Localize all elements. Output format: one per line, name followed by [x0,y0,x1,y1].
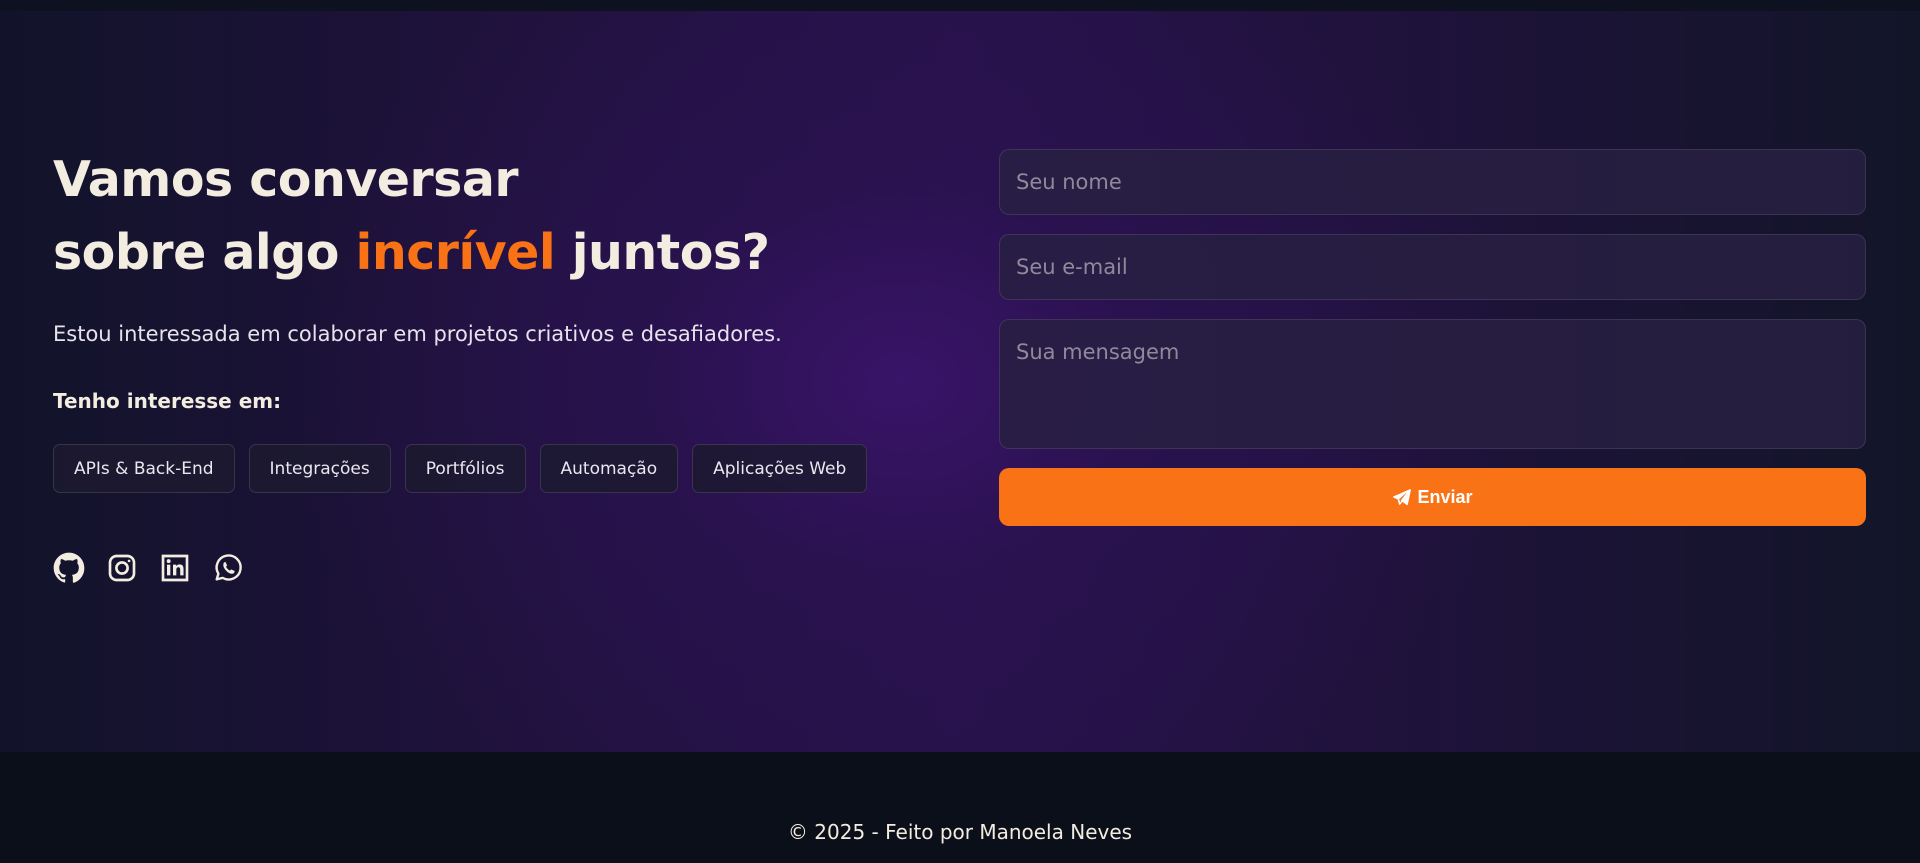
interest-chip: Integrações [248,444,391,493]
instagram-icon [108,554,136,582]
send-button-label: Enviar [1417,486,1473,507]
send-button[interactable]: Enviar [999,468,1866,526]
contact-headline: Vamos conversar sobre algo incrível junt… [53,143,933,289]
whatsapp-icon [215,554,242,581]
email-input[interactable] [999,234,1866,300]
interest-chips: APIs & Back-End Integrações Portfólios A… [53,444,868,493]
whatsapp-link[interactable] [212,552,244,584]
linkedin-link[interactable] [159,552,191,584]
headline-line-2-end: juntos? [555,224,770,281]
top-strip [0,0,1920,11]
headline-line-2-start: sobre algo [53,224,356,281]
headline-accent-word: incrível [355,224,556,281]
linkedin-icon [161,554,189,582]
github-icon [53,552,85,583]
instagram-link[interactable] [106,552,138,584]
interest-chip: Automação [539,444,679,493]
interests-title: Tenho interesse em: [53,389,282,413]
github-link[interactable] [53,552,85,584]
paper-plane-icon [1393,488,1412,505]
footer-copyright: © 2025 - Feito por Manoela Neves [787,820,1133,844]
interest-chip: Aplicações Web [692,444,868,493]
message-textarea[interactable] [999,319,1866,449]
headline-line-1: Vamos conversar [53,151,519,208]
name-input[interactable] [999,149,1866,215]
interest-chip: Portfólios [404,444,526,493]
contact-lead-text: Estou interessada em colaborar em projet… [53,322,782,346]
social-links [53,552,244,584]
footer: © 2025 - Feito por Manoela Neves [0,752,1920,863]
interest-chip: APIs & Back-End [53,444,235,493]
